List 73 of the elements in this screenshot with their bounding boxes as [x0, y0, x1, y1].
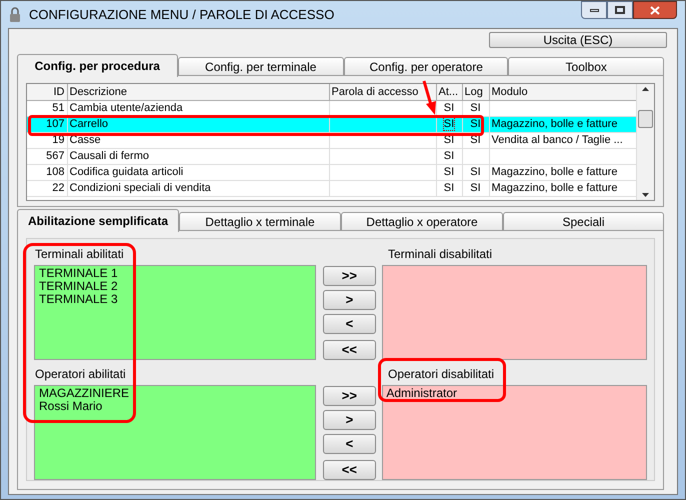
table-cell: Causali di fermo: [70, 150, 149, 162]
table-cell: SI: [470, 166, 481, 178]
table-cell: 107: [46, 118, 64, 130]
arrow: [422, 80, 438, 116]
table-cell: SI: [444, 166, 454, 178]
list-label: Terminali disabilitati: [387, 247, 492, 262]
list-item[interactable]: TERMINALE 1: [39, 267, 118, 280]
list-item[interactable]: Rossi Mario: [39, 400, 102, 413]
table-cell: SI: [470, 118, 481, 130]
table-cell: 108: [46, 166, 64, 178]
table-cell: Magazzino, bolle e fatture: [492, 182, 618, 194]
table-cell: Magazzino, bolle e fatture: [492, 166, 618, 178]
move-button[interactable]: >>: [322, 266, 376, 286]
table-row[interactable]: 108 Codifica guidata articoli SI SI Magazzino, bolle e fatture: [27, 164, 636, 180]
move-button[interactable]: <<: [322, 340, 376, 360]
list-item[interactable]: TERMINALE 2: [39, 280, 118, 293]
table-cell: SI: [444, 102, 454, 114]
scroll-up-icon[interactable]: [642, 87, 649, 91]
tab[interactable]: Dettaglio x operatore: [341, 212, 503, 231]
maximize-button[interactable]: [607, 1, 633, 19]
column-header[interactable]: Log: [462, 84, 489, 100]
table-row[interactable]: 22 Condizioni speciali di vendita SI SI Magazzino, bolle e fatture: [27, 180, 636, 196]
list-item[interactable]: MAGAZZINIERE: [39, 387, 130, 400]
move-button[interactable]: <: [322, 434, 376, 454]
move-button[interactable]: >>: [322, 386, 376, 406]
table-cell: 567: [46, 150, 64, 162]
table-cell: SI: [470, 182, 481, 194]
tab[interactable]: Toolbox: [508, 57, 664, 76]
table-cell: Condizioni speciali di vendita: [70, 182, 211, 194]
enabled-list[interactable]: TERMINALE 1 TERMINALE 2 TERMINALE 3: [34, 265, 316, 360]
move-button[interactable]: <: [322, 314, 376, 334]
tab[interactable]: Dettaglio x terminale: [179, 212, 341, 231]
table-cell: SI: [444, 118, 454, 130]
tab[interactable]: Speciali: [503, 212, 664, 231]
column-header[interactable]: Descrizione: [67, 84, 329, 100]
table-cell: 51: [52, 102, 64, 114]
tab[interactable]: Abilitazione semplificata: [17, 209, 179, 232]
table-cell: Carrello: [70, 118, 108, 130]
table-cell: Magazzino, bolle e fatture: [492, 118, 618, 130]
tab[interactable]: Config. per operatore: [344, 57, 508, 76]
table-row[interactable]: 567 Causali di fermo SI: [27, 148, 636, 164]
close-icon: [650, 6, 660, 14]
tab[interactable]: Config. per terminale: [178, 57, 344, 76]
column-header[interactable]: Parola di accesso: [329, 84, 436, 100]
scroll-down-icon[interactable]: [642, 193, 649, 197]
table-cell: Vendita al banco / Taglie ...: [492, 134, 623, 146]
table-cell: Codifica guidata articoli: [70, 166, 184, 178]
exit-button[interactable]: Uscita (ESC): [489, 32, 667, 48]
enabled-list[interactable]: MAGAZZINIERE Rossi Mario: [34, 385, 316, 480]
move-button[interactable]: <<: [322, 460, 376, 480]
table-cell: Cambia utente/azienda: [70, 102, 183, 114]
move-button[interactable]: >: [322, 290, 376, 310]
list-label: Terminali abilitati: [34, 247, 125, 262]
list-item[interactable]: Administrator: [386, 387, 457, 400]
column-header[interactable]: Modulo: [489, 84, 636, 100]
scroll-thumb[interactable]: [638, 110, 653, 128]
list-item[interactable]: TERMINALE 3: [39, 293, 118, 306]
list-label: Operatori disabilitati: [387, 367, 494, 382]
scrollbar[interactable]: [636, 84, 654, 200]
window-title: CONFIGURAZIONE MENU / PAROLE DI ACCESSO: [29, 6, 334, 24]
table-cell: Casse: [70, 134, 101, 146]
table-cell: SI: [470, 102, 481, 114]
table-cell: 22: [52, 182, 64, 194]
tab[interactable]: Config. per procedura: [17, 54, 178, 77]
move-button[interactable]: >: [322, 410, 376, 430]
lock-icon: [9, 6, 21, 22]
table-cell: SI: [444, 150, 454, 162]
table-cell: SI: [444, 182, 454, 194]
column-header[interactable]: At...: [436, 84, 462, 100]
list-label: Operatori abilitati: [34, 367, 127, 382]
close-button[interactable]: [633, 1, 677, 19]
column-header[interactable]: ID: [27, 84, 67, 100]
minimize-button[interactable]: [581, 1, 607, 19]
